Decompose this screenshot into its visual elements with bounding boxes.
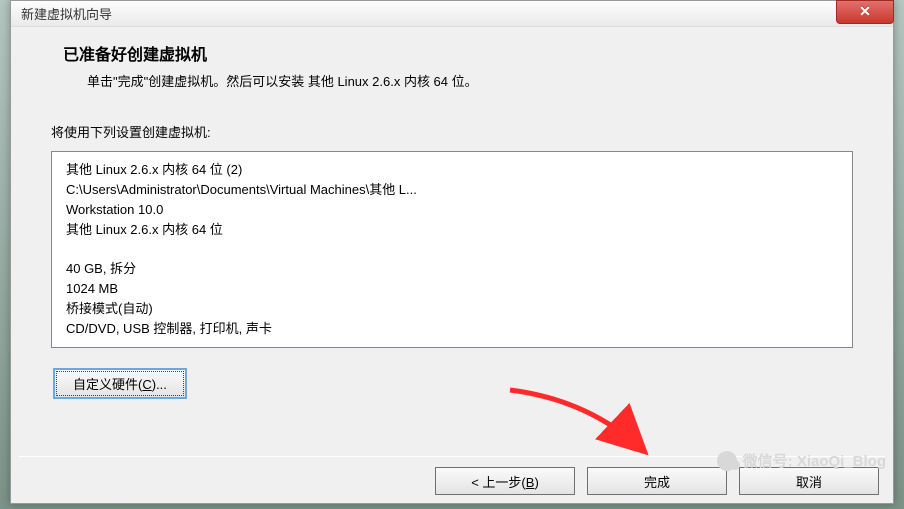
setting-value: Workstation 10.0 — [66, 200, 838, 220]
back-button-label: < 上一步(B) — [471, 475, 539, 490]
table-row: 其他设备: CD/DVD, USB 控制器, 打印机, 声卡 — [66, 319, 838, 339]
close-button[interactable]: ✕ — [836, 0, 894, 24]
setting-value: 桥接模式(自动) — [66, 299, 838, 319]
table-row: 名称: 其他 Linux 2.6.x 内核 64 位 (2) — [66, 160, 838, 180]
table-row: 网络适配器: 桥接模式(自动) — [66, 299, 838, 319]
customize-button-label: 自定义硬件(C)... — [73, 377, 167, 392]
page-subtitle: 单击"完成"创建虚拟机。然后可以安装 其他 Linux 2.6.x 内核 64 … — [63, 71, 869, 90]
setting-value: 其他 Linux 2.6.x 内核 64 位 — [66, 220, 838, 240]
setting-value: CD/DVD, USB 控制器, 打印机, 声卡 — [66, 319, 838, 339]
table-row: 内存: 1024 MB — [66, 279, 838, 299]
table-row: 版本: Workstation 10.0 — [66, 200, 838, 220]
table-row: 操作系统: 其他 Linux 2.6.x 内核 64 位 — [66, 220, 838, 240]
page-title: 已准备好创建虚拟机 — [63, 41, 869, 65]
setting-value: C:\Users\Administrator\Documents\Virtual… — [66, 180, 838, 200]
watermark-text: 微信号: XiaoQi_Blog — [743, 450, 886, 471]
settings-intro-label: 将使用下列设置创建虚拟机: — [11, 104, 893, 147]
settings-table: 名称: 其他 Linux 2.6.x 内核 64 位 (2) 位置: C:\Us… — [66, 160, 838, 339]
customize-hardware-button[interactable]: 自定义硬件(C)... — [53, 368, 187, 399]
titlebar: 新建虚拟机向导 — [11, 1, 893, 27]
finish-button[interactable]: 完成 — [587, 467, 727, 495]
cancel-button[interactable]: 取消 — [739, 467, 879, 495]
setting-value: 40 GB, 拆分 — [66, 259, 838, 279]
back-button[interactable]: < 上一步(B) — [435, 467, 575, 495]
wechat-icon — [717, 451, 737, 471]
table-row: 位置: C:\Users\Administrator\Documents\Vir… — [66, 180, 838, 200]
setting-value: 1024 MB — [66, 279, 838, 299]
header-section: 已准备好创建虚拟机 单击"完成"创建虚拟机。然后可以安装 其他 Linux 2.… — [11, 41, 893, 104]
wizard-window: 新建虚拟机向导 ✕ 已准备好创建虚拟机 单击"完成"创建虚拟机。然后可以安装 其… — [10, 0, 894, 504]
table-row: 硬盘: 40 GB, 拆分 — [66, 259, 838, 279]
settings-summary-box: 名称: 其他 Linux 2.6.x 内核 64 位 (2) 位置: C:\Us… — [51, 151, 853, 348]
window-title: 新建虚拟机向导 — [21, 4, 112, 23]
button-bar: < 上一步(B) 完成 取消 — [435, 467, 879, 495]
watermark: 微信号: XiaoQi_Blog — [717, 450, 886, 471]
content-area: 已准备好创建虚拟机 单击"完成"创建虚拟机。然后可以安装 其他 Linux 2.… — [11, 27, 893, 399]
setting-value: 其他 Linux 2.6.x 内核 64 位 (2) — [66, 160, 838, 180]
